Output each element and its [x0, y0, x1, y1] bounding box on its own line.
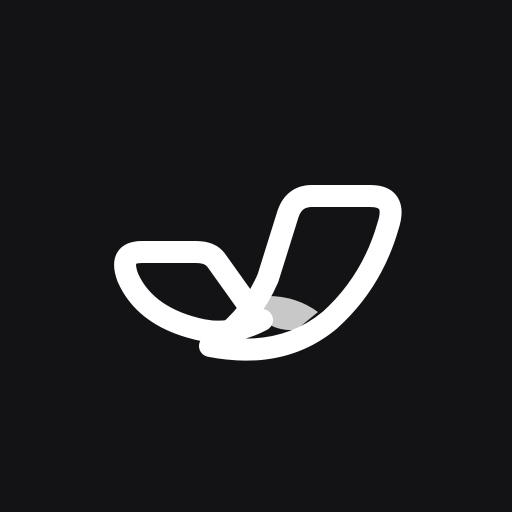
- app-icon: [0, 0, 512, 512]
- checkmark-swoosh-logo-icon: [114, 185, 402, 361]
